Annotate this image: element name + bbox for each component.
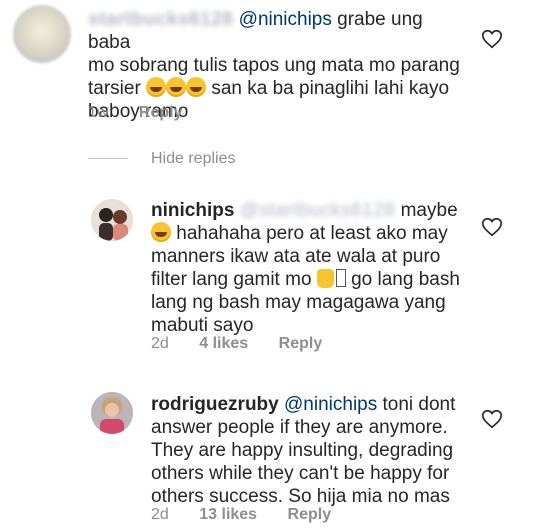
comment-text-line: others while they can't be happy for — [151, 463, 450, 484]
comment-text-line: san ka ba pinaglihi lahi kayo — [211, 78, 450, 99]
comment-time: 2d — [151, 335, 169, 352]
comment-text-line: others success. So hija mia no mas — [151, 486, 450, 507]
thumbs-up-emoji — [316, 269, 334, 288]
avatar-photo — [91, 392, 133, 434]
comment-text-line: tarsier — [88, 78, 141, 99]
comment-meta: 2d 4 likes Reply — [151, 335, 348, 353]
heart-icon[interactable] — [481, 408, 503, 430]
laughing-emoji — [146, 77, 167, 97]
comment-text-line: manners ikaw ata ate wala at puro — [151, 246, 441, 267]
comment-text-line: lang ng bash may magagawa yang — [151, 292, 446, 313]
comment-text-line: filter lang gamit mo — [151, 269, 312, 290]
comment-time: 1w — [88, 104, 109, 121]
username[interactable]: startbucks6128 — [88, 9, 233, 30]
comment-text-line: answer people if they are anymore. — [151, 417, 448, 438]
comment-text-line: maybe — [400, 200, 458, 221]
comment-time: 2d — [151, 506, 169, 523]
avatar[interactable] — [91, 392, 133, 434]
heart-icon[interactable] — [481, 28, 503, 50]
likes-count[interactable]: 13 likes — [199, 506, 257, 523]
username[interactable]: rodriguezruby — [151, 394, 279, 415]
comment-text-line: hahahaha pero at least ako may — [176, 223, 448, 244]
heart-icon[interactable] — [481, 216, 503, 238]
replies-divider — [88, 158, 128, 159]
mention-link[interactable]: @startbucks6128 — [240, 200, 396, 221]
username[interactable]: ninichips — [151, 200, 234, 221]
mention-link[interactable]: @ninichips — [284, 394, 377, 415]
laughing-emoji — [151, 222, 171, 242]
laughing-emoji — [186, 77, 207, 97]
comment-body: rodriguezruby @ninichips toni dont answe… — [151, 393, 471, 508]
likes-count[interactable]: 4 likes — [199, 335, 248, 352]
reply-button[interactable]: Reply — [288, 506, 332, 523]
reply-button[interactable]: Reply — [139, 104, 183, 121]
avatar[interactable] — [91, 199, 133, 241]
reply-button[interactable]: Reply — [279, 335, 323, 352]
missing-glyph-icon — [335, 269, 346, 287]
comment-text-line: mabuti sayo — [151, 315, 254, 336]
mention-link[interactable]: @ninichips — [239, 9, 332, 30]
hide-replies-button[interactable]: Hide replies — [151, 150, 235, 168]
comment-text-line: toni dont — [382, 394, 456, 415]
avatar[interactable] — [13, 5, 71, 63]
laughing-emoji — [166, 77, 187, 97]
comment-meta: 1w Reply — [88, 104, 208, 122]
comment-body: ninichips @startbucks6128 maybe hahahaha… — [151, 199, 471, 337]
comment-meta: 2d 13 likes Reply — [151, 506, 357, 524]
avatar-photo — [91, 199, 133, 241]
comment-text-line: go lang bash — [351, 269, 460, 290]
comment-text-line: They are happy insulting, degrading — [151, 440, 454, 461]
comment-text-line: mo sobrang tulis tapos ung mata mo paran… — [88, 55, 460, 76]
